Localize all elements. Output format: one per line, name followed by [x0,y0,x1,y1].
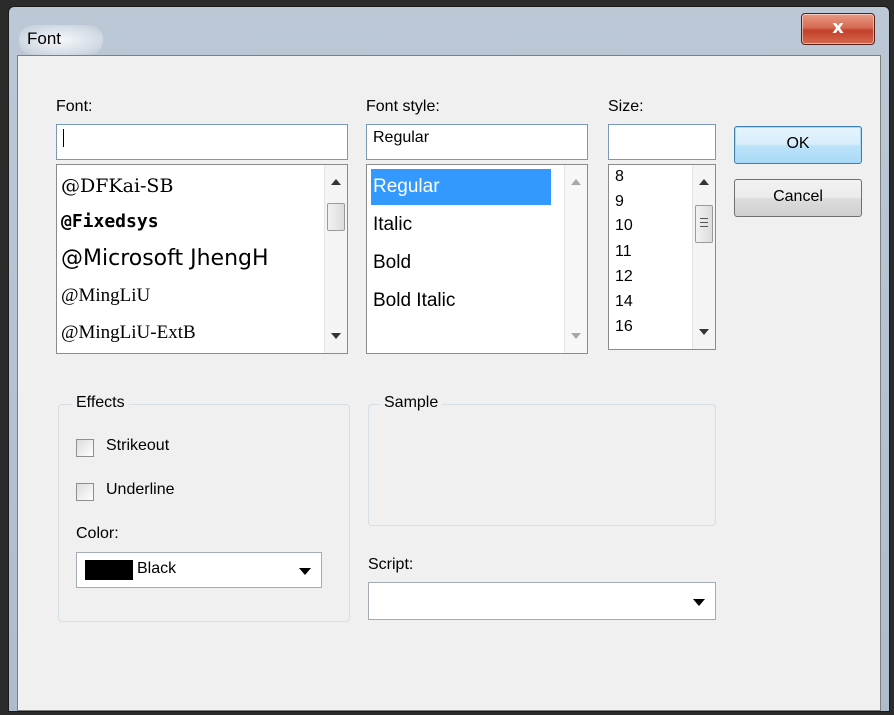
scroll-up-icon[interactable] [699,179,709,185]
font-style-item-selected[interactable]: Regular [371,169,551,205]
dialog-body: Font: @DFKai-SB @Fixedsys @Microsoft Jhe… [17,55,881,711]
screen-background: Font x Font: @DFKai-SB @Fixedsys @Micros… [0,0,894,715]
effects-title: Effects [72,394,129,412]
font-style-item[interactable]: Bold [371,245,543,281]
size-list-item[interactable]: 8 [615,169,624,185]
scroll-down-icon[interactable] [571,333,581,339]
scroll-thumb[interactable] [695,205,713,243]
font-style-list[interactable]: Regular Italic Bold Bold Italic [366,164,588,354]
size-list-item[interactable]: 14 [615,294,633,310]
strikeout-label[interactable]: Strikeout [106,437,169,455]
font-name-input[interactable] [56,124,348,160]
font-style-item[interactable]: Bold Italic [371,283,543,319]
window-title: Font [27,29,62,48]
size-list[interactable]: 8 9 10 11 12 14 16 [608,164,716,350]
scroll-down-icon[interactable] [699,329,709,335]
thumb-grip [700,218,708,219]
chevron-down-icon[interactable] [693,599,705,606]
font-list-item[interactable]: @Microsoft JhengH [61,240,269,278]
scroll-down-icon[interactable] [331,333,341,339]
cancel-button[interactable]: Cancel [734,179,862,217]
size-list-item[interactable]: 11 [615,244,632,260]
color-dropdown[interactable]: Black [76,552,322,588]
color-swatch [85,560,133,580]
font-style-scrollbar[interactable] [564,165,587,353]
font-list-item[interactable]: @Fixedsys [61,203,159,241]
color-value: Black [137,560,177,577]
font-list-scrollbar[interactable] [324,165,347,353]
color-label: Color: [76,525,119,542]
thumb-grip [700,222,708,223]
scroll-thumb[interactable] [327,203,345,231]
effects-group [58,404,350,622]
chevron-down-icon[interactable] [299,568,311,575]
scroll-up-icon[interactable] [331,179,341,185]
underline-label[interactable]: Underline [106,481,174,499]
sample-group [368,404,716,526]
sample-title: Sample [380,394,443,412]
font-style-item[interactable]: Italic [371,207,543,243]
size-list-item[interactable]: 10 [615,218,633,234]
font-label: Font: [56,98,93,115]
thumb-grip [700,226,708,227]
script-label: Script: [368,556,414,573]
ok-button[interactable]: OK [734,126,862,164]
font-style-label: Font style: [366,98,440,115]
size-input[interactable] [608,124,716,160]
size-list-item[interactable]: 16 [615,319,633,335]
scroll-up-icon[interactable] [571,179,581,185]
font-list-item[interactable]: @MingLiU-ExtB [61,314,196,352]
font-style-value: Regular [373,129,430,146]
font-style-input[interactable]: Regular [366,124,588,160]
size-list-scrollbar[interactable] [692,165,715,349]
strikeout-checkbox[interactable] [76,439,94,457]
close-icon: x [832,17,844,38]
script-dropdown[interactable] [368,582,716,620]
size-list-item[interactable]: 9 [615,194,624,210]
font-dialog: Font x Font: @DFKai-SB @Fixedsys @Micros… [8,6,890,712]
size-list-item[interactable]: 12 [615,269,633,285]
text-caret [63,129,64,147]
size-label: Size: [608,98,644,115]
underline-checkbox[interactable] [76,483,94,501]
close-button[interactable]: x [801,13,875,45]
title-bar[interactable]: Font x [9,7,889,55]
font-list-item[interactable]: @DFKai-SB [61,167,173,205]
font-list-item[interactable]: @MingLiU [61,277,150,315]
font-list[interactable]: @DFKai-SB @Fixedsys @Microsoft JhengH @M… [56,164,348,354]
